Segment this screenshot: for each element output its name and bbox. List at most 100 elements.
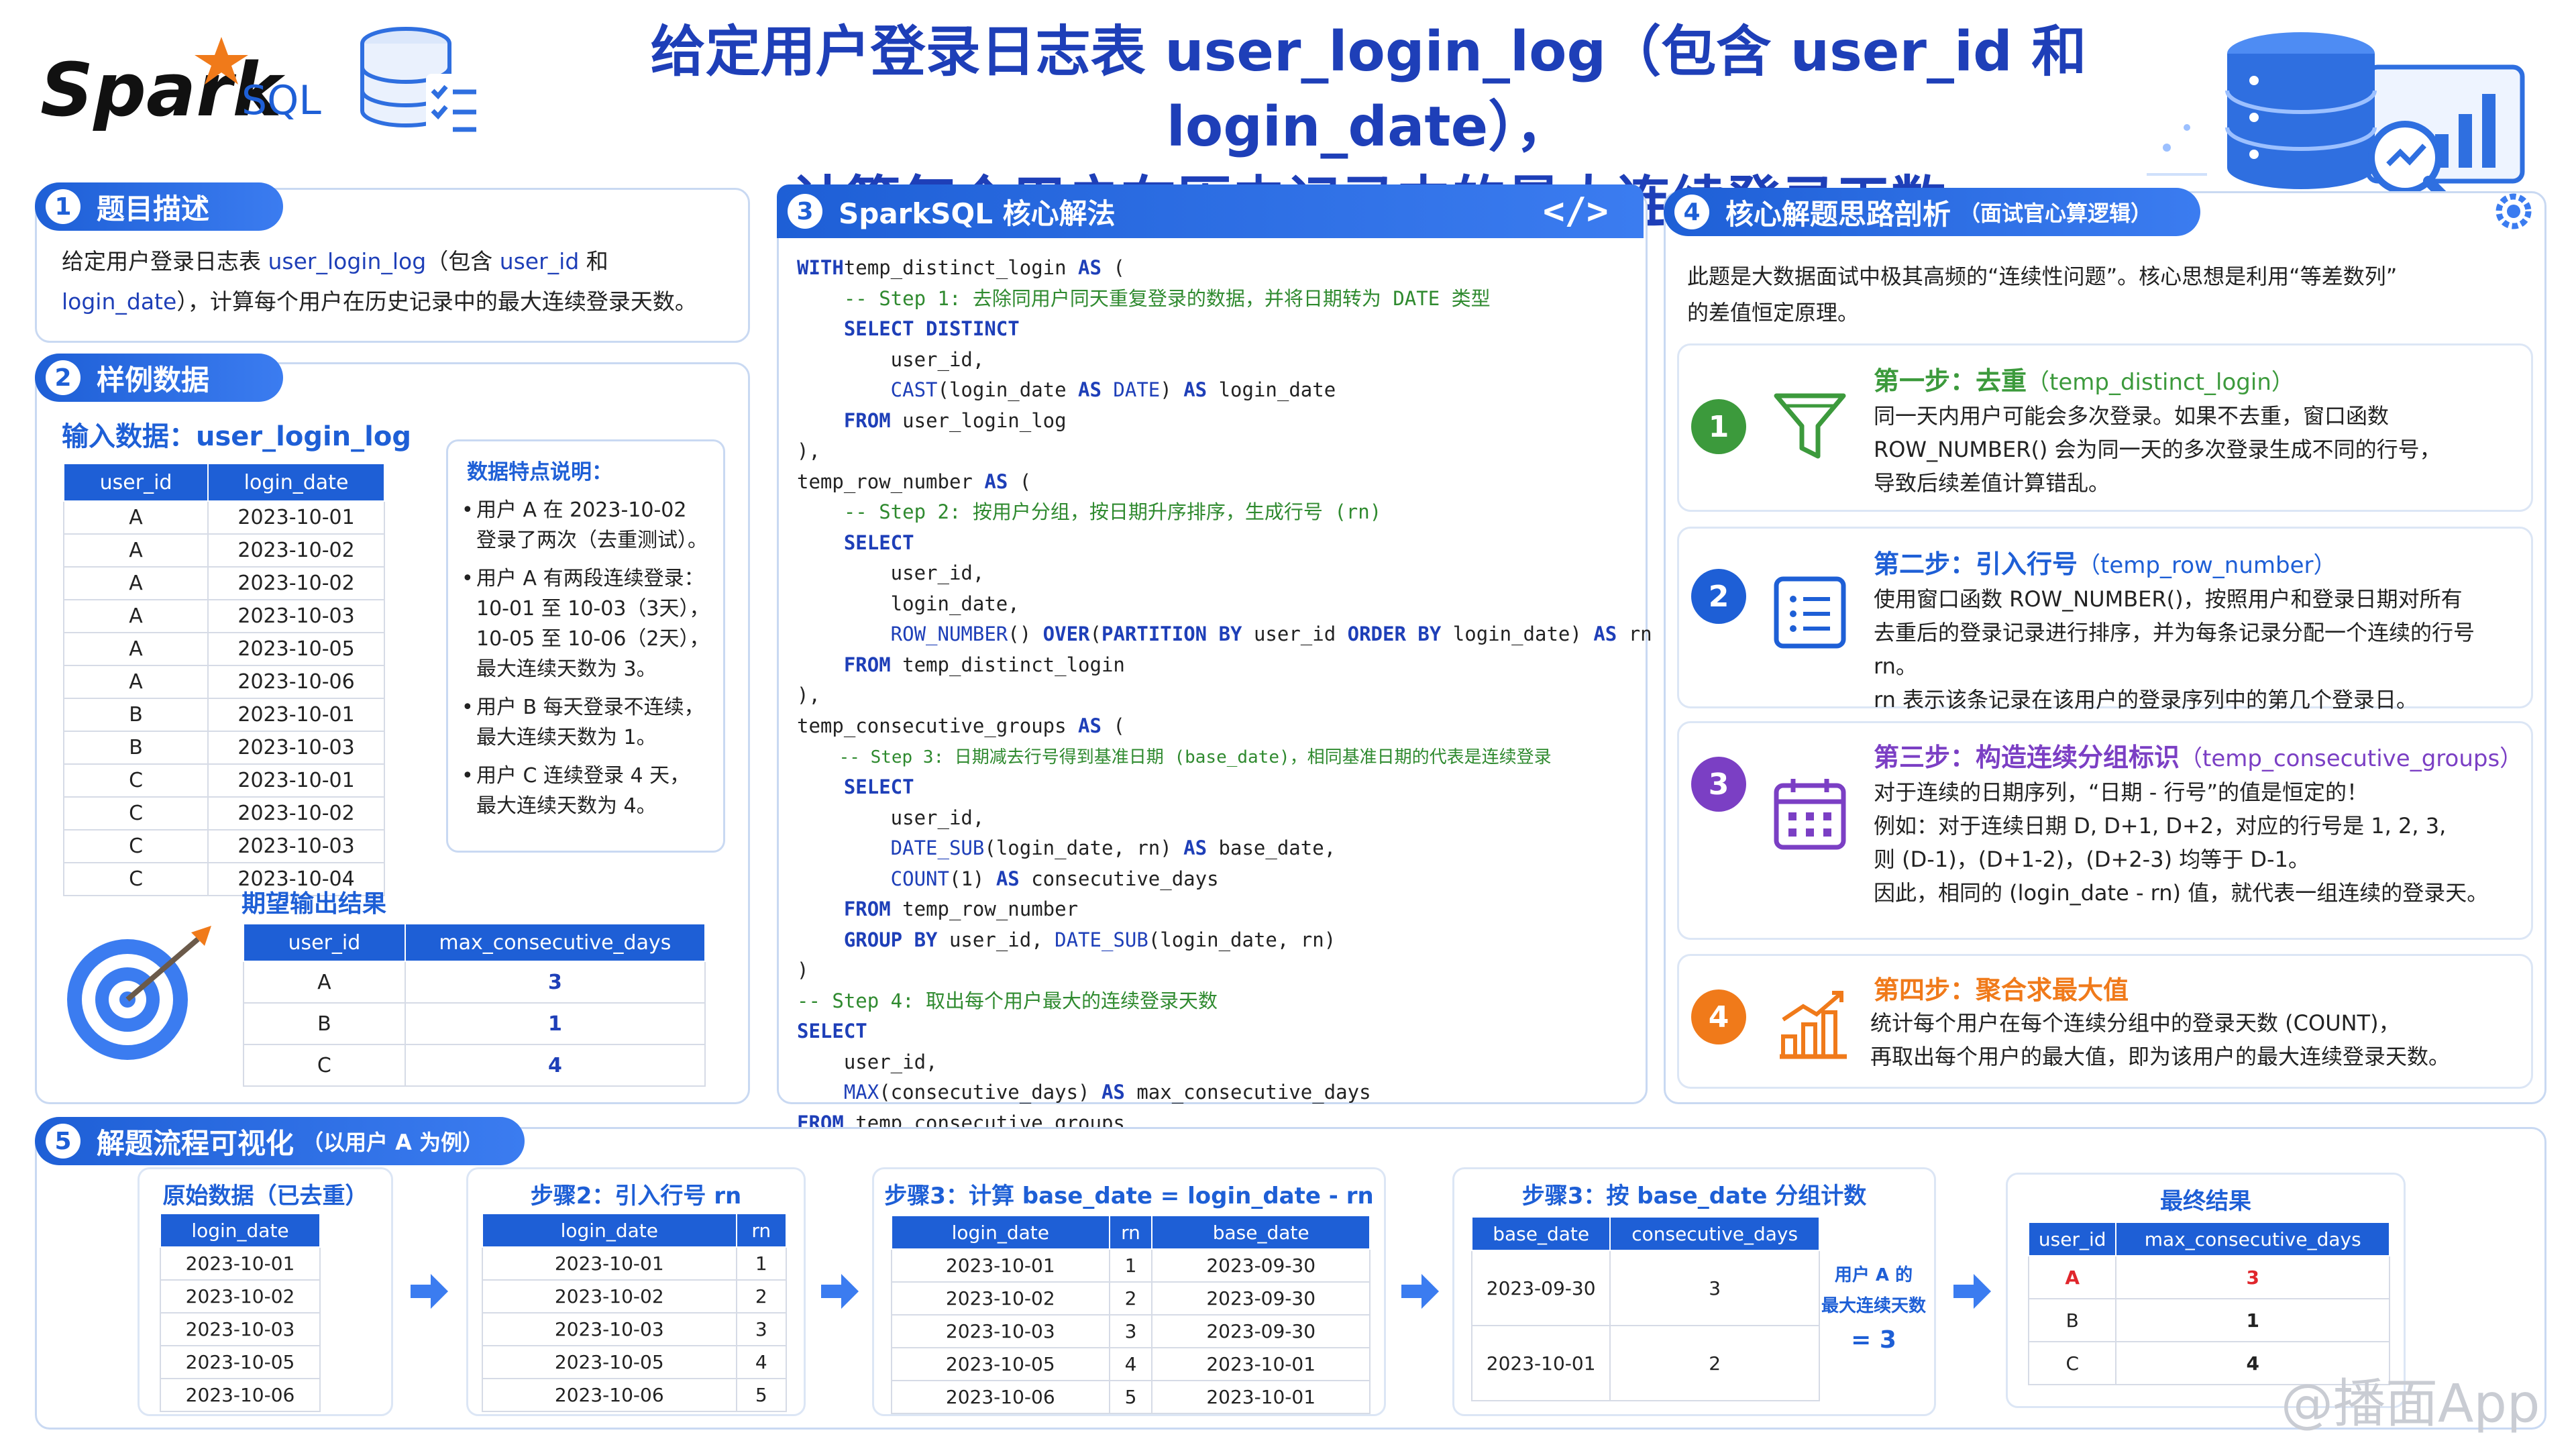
code-token: PARTITION BY <box>1101 623 1242 645</box>
code-token: SELECT <box>797 775 914 798</box>
expected-output-table: user_id max_consecutive_days A3B1C4 <box>243 923 706 1087</box>
note-line: 用户 B 每天登录不连续， <box>476 696 704 719</box>
table-cell: 5 <box>735 1378 788 1412</box>
code-token: AS <box>996 867 1020 890</box>
note-line: 用户 A 的 <box>1834 1265 1913 1285</box>
bullet-icon: • <box>462 696 474 719</box>
table-cell: C <box>2027 1341 2117 1385</box>
flow-card-base-date: 步骤3：计算 base_date = login_date - rn login… <box>872 1167 1386 1416</box>
step-3-paren: （temp_consecutive_groups） <box>2180 745 2523 772</box>
note-line: 最大连续天数为 3。 <box>476 657 657 681</box>
table-cell: 2023-10-06 <box>482 1378 737 1412</box>
table-row: 2023-10-05 4 <box>482 1345 788 1379</box>
section-2-header: 2 样例数据 <box>35 354 283 402</box>
code-line: SELECT DISTINCT <box>797 314 1635 345</box>
column-header: user_id <box>243 923 406 962</box>
database-list-icon <box>360 27 480 134</box>
code-token: login_date, <box>797 592 1020 615</box>
desc-table-name: user_login_log <box>268 248 427 274</box>
code-token: ( <box>1089 623 1102 645</box>
code-token: consecutive_days <box>1019 867 1219 890</box>
table-cell: C <box>62 862 209 896</box>
code-token: MAX <box>797 1081 879 1104</box>
column-header: base_date <box>1470 1216 1611 1251</box>
table-cell: 2 <box>735 1279 788 1313</box>
column-header: rn <box>735 1213 788 1248</box>
code-line: -- Step 3: 日期减去行号得到基准日期 (base_date)，相同基准… <box>797 741 1635 772</box>
note-line: 10-01 至 10-03（3天）， <box>476 597 710 621</box>
table-row: C4 <box>243 1044 706 1087</box>
table-row: 2023-10-06 5 <box>482 1378 788 1412</box>
code-token: SELECT <box>797 531 914 554</box>
code-line: FROM user_login_log <box>797 406 1635 437</box>
section-5-header: 5 解题流程可视化 （以用户 A 为例） <box>35 1117 525 1165</box>
code-token: temp_row_number <box>797 470 985 493</box>
table-row: A 2023-10-02 <box>62 566 385 600</box>
table-cell: 5 <box>1108 1380 1153 1414</box>
code-token: login_date <box>1207 378 1336 401</box>
note-item: • 用户 A 在 2023-10-02 登录了两次（去重测试）。 <box>462 495 720 555</box>
section-2-number: 2 <box>46 360 80 395</box>
code-token: DATE <box>1101 378 1161 401</box>
code-line: ) <box>797 955 1635 986</box>
section-3-header: 3 SparkSQL 核心解法 <box>777 184 1644 238</box>
section-3-title: SparkSQL 核心解法 <box>839 197 1116 230</box>
analysis-step-1: 1 第一步：去重（temp_distinct_login） 同一天内用户可能会多… <box>1677 343 2533 512</box>
table-cell: B <box>62 731 209 765</box>
table-cell: 2 <box>1609 1325 1820 1401</box>
code-token: AS <box>1183 378 1208 401</box>
column-header: login_date <box>891 1215 1110 1250</box>
code-token: ROW_NUMBER <box>797 623 1008 645</box>
table-cell: 2023-09-30 <box>1470 1250 1611 1326</box>
table-row: A3 <box>2027 1255 2390 1299</box>
section-1-title: 题目描述 <box>97 192 210 225</box>
code-line: SELECT <box>797 1016 1635 1047</box>
code-token: () <box>1008 623 1043 645</box>
table-row: 2023-10-01 2 <box>1470 1325 1820 1401</box>
step-2-number: 2 <box>1691 569 1746 624</box>
table-row: B 2023-10-01 <box>62 698 385 732</box>
step-3-title-text: 第三步：构造连续分组标识 <box>1874 743 2180 772</box>
code-token: rn <box>1617 623 1652 645</box>
section-5-number: 5 <box>46 1124 80 1159</box>
code-token: CAST <box>797 378 938 401</box>
code-line: ), <box>797 436 1635 467</box>
code-line: user_id, <box>797 803 1635 834</box>
table-head: login_date <box>160 1213 321 1248</box>
calendar-icon <box>1774 779 1846 850</box>
table-cell: 4 <box>1108 1347 1153 1381</box>
code-token: ), <box>797 684 820 706</box>
gear-icon[interactable] <box>2490 188 2537 235</box>
step-1-line: 导致后续差值计算错乱。 <box>1874 470 2110 496</box>
code-token: (1) <box>949 867 996 890</box>
column-header: login_date <box>482 1213 737 1248</box>
section-4-number: 4 <box>1674 195 1709 229</box>
code-token: (login_date <box>937 378 1079 401</box>
table-cell: 3 <box>735 1312 788 1346</box>
table-cell: C <box>62 763 209 798</box>
code-token: WITH <box>797 256 844 279</box>
table-cell: B <box>243 1002 406 1045</box>
code-token: temp_consecutive_groups <box>797 714 1079 737</box>
table-row: C 2023-10-01 <box>62 763 385 798</box>
column-header: rn <box>1108 1215 1153 1250</box>
table-cell: 2023-10-01 <box>1151 1380 1371 1414</box>
code-token: OVER <box>1042 623 1090 645</box>
flow-card-title: 步骤3：按 base_date 分组计数 <box>1521 1183 1867 1210</box>
table-cell: 1 <box>404 1002 706 1045</box>
sql-code-block: WITHtemp_distinct_login AS ( -- Step 1: … <box>797 253 1652 1169</box>
arrow-right-icon <box>411 1274 448 1309</box>
section-1-header: 1 题目描述 <box>35 182 283 231</box>
table-cell: 2023-10-01 <box>207 500 385 535</box>
code-token: DATE_SUB <box>1055 928 1148 951</box>
code-token: temp_distinct_login <box>890 653 1125 676</box>
code-line: ROW_NUMBER() OVER(PARTITION BY user_id O… <box>797 619 1652 650</box>
code-token: AS <box>1183 837 1208 859</box>
intro-line-1: 此题是大数据面试中极其高频的“连续性问题”。核心思想是利用“等差数列” <box>1687 264 2398 289</box>
watermark: @播面App <box>2281 1374 2540 1434</box>
analysis-step-3: 3 第三步：构造连续分组标识（temp_consecutive_groups） … <box>1677 721 2533 940</box>
table-row: B 2023-10-03 <box>62 731 385 765</box>
table-row: A 2023-10-05 <box>62 632 385 666</box>
table-cell: 2023-10-03 <box>207 599 385 633</box>
step-3-body: 对于连续的日期序列，“日期 - 行号”的值是恒定的！ 例如：对于连续日期 D, … <box>1874 775 2524 910</box>
